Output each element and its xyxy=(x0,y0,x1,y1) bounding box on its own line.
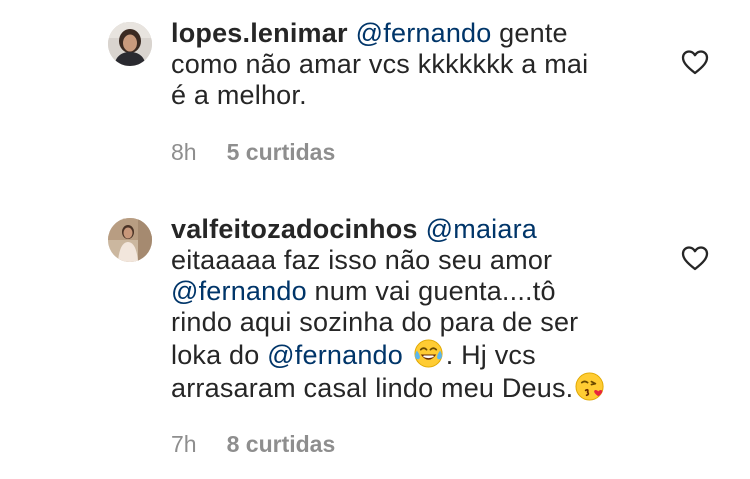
comment-line: é a melhor. xyxy=(171,80,651,111)
comment-line: loka do @fernando . Hj vcs xyxy=(171,338,651,371)
comment-time: 8h xyxy=(171,139,197,165)
mention-link[interactable]: @fernando xyxy=(356,18,492,48)
heart-outline-icon[interactable] xyxy=(680,48,710,76)
comment-text: arrasaram casal lindo meu Deus. xyxy=(171,373,574,403)
comment-time: 7h xyxy=(171,431,197,457)
likes-count-button[interactable]: 5 curtidas xyxy=(227,139,336,165)
avatar[interactable] xyxy=(108,22,152,66)
comment-line: arrasaram casal lindo meu Deus. xyxy=(171,371,651,404)
comment-line: @fernando num vai guenta....tô xyxy=(171,276,651,307)
comment-text: eitaaaaa faz isso não seu amor xyxy=(171,245,553,275)
comment-line: eitaaaaa faz isso não seu amor xyxy=(171,245,651,276)
comment-body: valfeitozadocinhos @maiara eitaaaaa faz i… xyxy=(171,214,651,404)
comment-text: rindo aqui sozinha do para de ser xyxy=(171,307,579,337)
comment-text: é a melhor. xyxy=(171,80,307,110)
comment-text: loka do xyxy=(171,340,268,370)
comment-text: como não amar vcs kkkkkkk a mai xyxy=(171,49,589,79)
mention-link[interactable]: @fernando xyxy=(267,340,403,370)
face-with-tears-of-joy-icon xyxy=(414,339,443,368)
heart-outline-icon[interactable] xyxy=(680,244,710,272)
comment-line: como não amar vcs kkkkkkk a mai xyxy=(171,49,651,80)
comment-body: lopes.lenimar @fernando gente como não am… xyxy=(171,18,651,111)
comment-meta: 8h 5 curtidas xyxy=(171,139,335,166)
comment-line: lopes.lenimar @fernando gente xyxy=(171,18,651,49)
likes-count-button[interactable]: 8 curtidas xyxy=(227,431,336,457)
comment-line: valfeitozadocinhos @maiara xyxy=(171,214,651,245)
mention-link[interactable]: @fernando xyxy=(171,276,307,306)
comment-username[interactable]: lopes.lenimar xyxy=(171,18,348,48)
avatar[interactable] xyxy=(108,218,152,262)
comment-username[interactable]: valfeitozadocinhos xyxy=(171,214,418,244)
profile-photo-icon xyxy=(108,218,152,262)
comment-text: gente xyxy=(491,18,568,48)
face-blowing-a-kiss-icon xyxy=(575,372,604,401)
comment-meta: 7h 8 curtidas xyxy=(171,431,335,458)
comment-line: rindo aqui sozinha do para de ser xyxy=(171,307,651,338)
comment-text: num vai guenta....tô xyxy=(306,276,556,306)
profile-photo-icon xyxy=(108,22,152,66)
mention-link[interactable]: @maiara xyxy=(426,214,537,244)
comment-text: . Hj vcs xyxy=(445,340,536,370)
